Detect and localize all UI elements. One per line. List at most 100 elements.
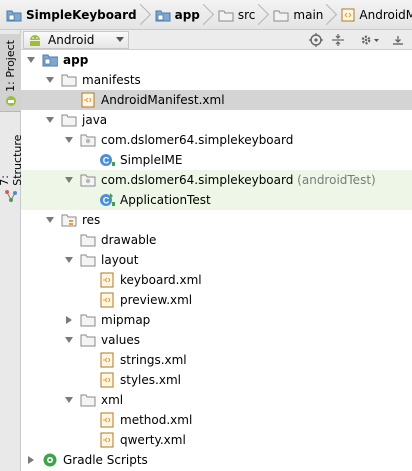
tree-item-layout[interactable]: layout	[21, 250, 412, 270]
svg-text:C: C	[103, 196, 110, 206]
settings-gear-icon[interactable]	[359, 30, 381, 50]
expand-arrow-icon[interactable]	[27, 57, 35, 63]
tree-item-com-dslomer64-simplekeyboard-androidtest[interactable]: com.dslomer64.simplekeyboard (androidTes…	[21, 170, 412, 190]
xml-file-icon	[81, 92, 95, 108]
project-toolbar: Android	[21, 30, 412, 50]
tree-item-label: app	[63, 53, 89, 67]
tree-item-label: method.xml	[120, 413, 193, 427]
tree-item-label: keyboard.xml	[120, 273, 202, 287]
breadcrumb-item-src[interactable]: src	[216, 5, 260, 25]
tree-item-xml[interactable]: xml	[21, 390, 412, 410]
breadcrumb-item-androidmanifest[interactable]: AndroidManifest.xml	[339, 5, 412, 25]
module-folder-icon	[155, 10, 171, 21]
breadcrumb-label: main	[293, 7, 324, 22]
tab-project[interactable]: 1: Project	[0, 34, 21, 112]
target-icon[interactable]	[307, 30, 325, 50]
android-icon	[30, 34, 40, 46]
view-mode-label: Android	[48, 32, 95, 47]
tree-item-values[interactable]: values	[21, 330, 412, 350]
resources-folder-icon	[61, 214, 77, 227]
breadcrumb-item-main[interactable]: main	[271, 5, 327, 25]
class-icon: C	[100, 154, 115, 166]
xml-file-icon	[100, 272, 114, 288]
tree-item-androidmanifest-xml[interactable]: AndroidManifest.xml	[21, 90, 412, 110]
tree-item-simpleime[interactable]: C SimpleIME	[21, 150, 412, 170]
tree-item-label: res	[82, 213, 101, 227]
folder-icon	[61, 114, 77, 127]
tree-item-manifests[interactable]: manifests	[21, 70, 412, 90]
tree-item-com-dslomer64-simplekeyboard[interactable]: com.dslomer64.simplekeyboard	[21, 130, 412, 150]
tree-item-label: xml	[101, 393, 124, 407]
tree-item-mipmap[interactable]: mipmap	[21, 310, 412, 330]
tree-item-java[interactable]: java	[21, 110, 412, 130]
expand-arrow-icon[interactable]	[46, 77, 54, 83]
tab-structure[interactable]: 7: Structure	[0, 122, 24, 202]
project-tree: app manifests AndroidManifest.xml java com.d…	[21, 50, 412, 471]
tab-project-label: 1: Project	[4, 40, 17, 92]
view-mode-dropdown[interactable]: Android	[23, 30, 129, 49]
module-folder-icon	[42, 54, 58, 67]
expand-arrow-icon[interactable]	[65, 397, 73, 403]
tree-item-applicationtest[interactable]: C ApplicationTest	[21, 190, 412, 210]
test-class-icon: C	[100, 193, 115, 206]
tree-item-label: com.dslomer64.simplekeyboard	[101, 133, 294, 147]
expand-arrow-icon[interactable]	[65, 337, 73, 343]
expand-arrow-icon[interactable]	[65, 257, 73, 263]
tree-item-preview-xml[interactable]: preview.xml	[21, 290, 412, 310]
tree-item-label: manifests	[82, 73, 141, 87]
tree-item-label: styles.xml	[120, 373, 181, 387]
chevron-down-icon	[116, 36, 124, 42]
tree-item-method-xml[interactable]: method.xml	[21, 410, 412, 430]
gradle-icon	[43, 453, 57, 467]
xml-file-icon	[100, 372, 114, 388]
tree-item-res[interactable]: res	[21, 210, 412, 230]
collapse-all-icon[interactable]	[329, 30, 347, 50]
folder-icon	[80, 234, 96, 247]
tree-item-label: layout	[101, 253, 139, 267]
tree-item-label: SimpleIME	[120, 153, 183, 167]
tree-item-app[interactable]: app	[21, 50, 412, 70]
tree-item-label: strings.xml	[120, 353, 187, 367]
expand-arrow-icon[interactable]	[65, 137, 73, 143]
tree-item-styles-xml[interactable]: styles.xml	[21, 370, 412, 390]
collapse-arrow-icon[interactable]	[66, 316, 72, 324]
expand-arrow-icon[interactable]	[46, 117, 54, 123]
tree-item-keyboard-xml[interactable]: keyboard.xml	[21, 270, 412, 290]
tool-window-strip: 1: Project 7: Structure	[0, 30, 24, 471]
navigation-breadcrumb: SimpleKeyboard app src main AndroidManif…	[0, 0, 412, 30]
tree-item-strings-xml[interactable]: strings.xml	[21, 350, 412, 370]
breadcrumb-item-app[interactable]: app	[153, 5, 204, 25]
expand-arrow-icon[interactable]	[46, 217, 54, 223]
tree-item-gradle-scripts[interactable]: Gradle Scripts	[21, 450, 412, 470]
xml-file-icon	[100, 432, 114, 448]
tree-item-label: Gradle Scripts	[63, 453, 148, 467]
hide-panel-icon[interactable]	[389, 30, 407, 50]
xml-file-icon	[100, 292, 114, 308]
tree-item-label: AndroidManifest.xml	[101, 93, 225, 107]
xml-file-icon	[100, 352, 114, 368]
tree-item-label: mipmap	[101, 313, 151, 327]
tree-item-label: qwerty.xml	[120, 433, 186, 447]
folder-icon	[80, 314, 96, 327]
tree-item-label: java	[82, 113, 108, 127]
android-icon	[5, 95, 16, 106]
breadcrumb-label: SimpleKeyboard	[26, 7, 137, 22]
collapse-arrow-icon[interactable]	[28, 456, 34, 464]
folder-icon	[218, 10, 234, 21]
folder-icon	[80, 394, 96, 407]
tree-item-label: drawable	[101, 233, 157, 247]
xml-file-icon	[100, 412, 114, 428]
tree-item-suffix: (androidTest)	[293, 173, 376, 187]
project-folder-icon	[6, 10, 22, 21]
breadcrumb-item-simplekeyboard[interactable]: SimpleKeyboard	[4, 5, 141, 25]
tree-item-label: values	[101, 333, 141, 347]
tree-item-drawable[interactable]: drawable	[21, 230, 412, 250]
xml-file-icon	[341, 8, 355, 21]
svg-text:C: C	[103, 156, 110, 166]
tree-item-label: preview.xml	[120, 293, 193, 307]
expand-arrow-icon[interactable]	[65, 177, 73, 183]
folder-icon	[273, 10, 289, 21]
breadcrumb-label: app	[174, 7, 200, 22]
tree-item-qwerty-xml[interactable]: qwerty.xml	[21, 430, 412, 450]
folder-icon	[80, 254, 96, 267]
